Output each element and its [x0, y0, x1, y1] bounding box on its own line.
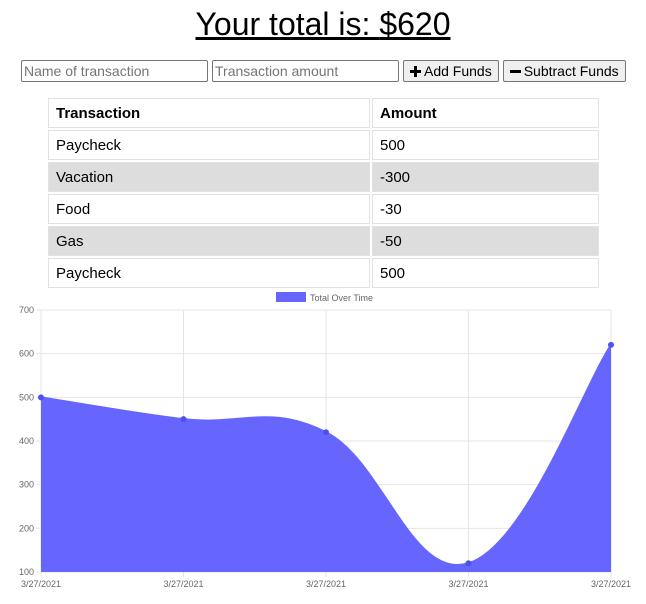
subtract-funds-label: Subtract Funds [523, 63, 619, 79]
subtract-funds-button[interactable]: Subtract Funds [502, 60, 626, 82]
transaction-form: Add Funds Subtract Funds [21, 60, 626, 82]
total-heading: Your total is: $620 [0, 4, 646, 44]
y-tick-label: 300 [19, 480, 34, 490]
y-tick-label: 200 [19, 523, 34, 533]
y-tick-label: 700 [19, 305, 34, 315]
x-tick-label: 3/27/2021 [21, 579, 61, 589]
x-tick-label: 3/27/2021 [591, 579, 631, 589]
column-header-transaction: Transaction [48, 98, 370, 128]
data-point [323, 429, 329, 436]
table-row: Vacation -300 [48, 162, 599, 192]
total-over-time-chart: 100 200 300 400 500 600 700 3/27/2021 3/27/2021 3… [0, 286, 646, 592]
transaction-amount-input[interactable] [212, 60, 399, 82]
minus-icon [509, 69, 521, 73]
add-funds-button[interactable]: Add Funds [403, 60, 499, 82]
transaction-name-cell: Paycheck [48, 258, 370, 288]
column-header-amount: Amount [372, 98, 599, 128]
data-point [38, 394, 44, 401]
transaction-name-cell: Gas [48, 226, 370, 256]
x-tick-label: 3/27/2021 [306, 579, 346, 589]
transaction-name-input[interactable] [21, 60, 208, 82]
transaction-name-cell: Vacation [48, 162, 370, 192]
table-row: Food -30 [48, 194, 599, 224]
chart-canvas: 100 200 300 400 500 600 700 3/27/2021 3/27/2021 3… [19, 292, 631, 589]
transaction-amount-cell: -50 [372, 226, 599, 256]
transactions-table: Transaction Amount Paycheck 500 Vacation… [46, 96, 601, 290]
transaction-amount-cell: 500 [372, 130, 599, 160]
table-row: Paycheck 500 [48, 258, 599, 288]
legend-label: Total Over Time [310, 293, 373, 303]
transaction-amount-cell: 500 [372, 258, 599, 288]
data-point [465, 560, 472, 567]
total-label: Your total is: [195, 6, 380, 42]
y-tick-label: 100 [19, 567, 34, 577]
total-amount: $620 [379, 6, 451, 42]
y-tick-label: 400 [19, 436, 34, 446]
transaction-name-cell: Food [48, 194, 370, 224]
table-row: Gas -50 [48, 226, 599, 256]
add-funds-label: Add Funds [424, 63, 492, 79]
x-tick-label: 3/27/2021 [163, 579, 203, 589]
legend-swatch [276, 292, 306, 302]
transaction-amount-cell: -30 [372, 194, 599, 224]
data-point [180, 416, 187, 423]
transaction-name-cell: Paycheck [48, 130, 370, 160]
transaction-amount-cell: -300 [372, 162, 599, 192]
y-tick-label: 600 [19, 349, 34, 359]
x-tick-label: 3/27/2021 [448, 579, 488, 589]
data-point [608, 341, 614, 348]
table-header-row: Transaction Amount [48, 98, 599, 128]
y-tick-label: 500 [19, 392, 34, 402]
plus-icon [410, 65, 421, 77]
table-row: Paycheck 500 [48, 130, 599, 160]
